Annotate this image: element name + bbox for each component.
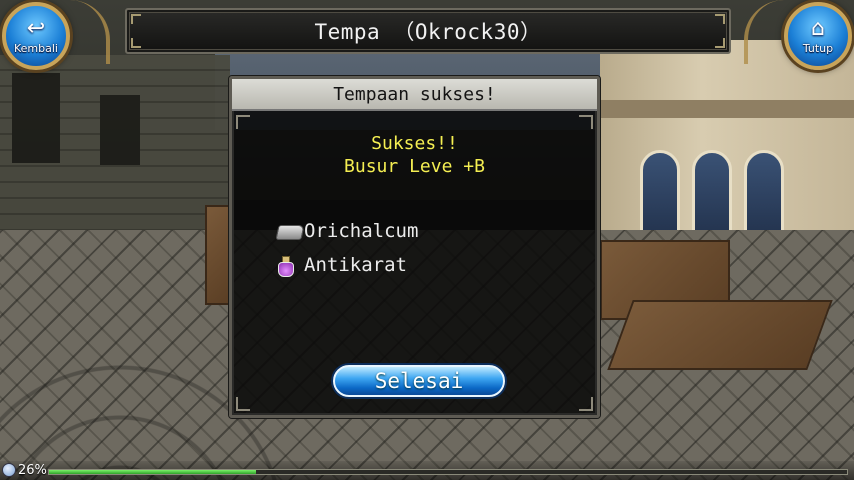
material-name: Orichalcum (304, 220, 419, 242)
dialog-title: Tempaan sukses! (333, 83, 496, 105)
stone-wall-left (0, 55, 230, 245)
title-bar: Tempa （Okrock30） (125, 8, 731, 54)
dialog-header: Tempaan sukses! (232, 79, 597, 111)
home-icon: ⌂ (811, 15, 825, 41)
ore-ingot-icon (276, 220, 304, 242)
exp-progress-fill (49, 470, 257, 474)
result-item: Busur Leve +B (344, 156, 485, 177)
result-status: Sukses!! (371, 133, 458, 154)
exp-orb-icon (2, 463, 16, 477)
window-title: Tempa （Okrock30） (314, 20, 542, 44)
back-button[interactable]: ↩ Kembali (2, 2, 70, 70)
done-button-label: Selesai (374, 369, 464, 393)
potion-icon (274, 254, 302, 277)
back-button-label: Kembali (14, 41, 58, 55)
close-button-label: Tutup (802, 41, 834, 55)
material-item: Orichalcum (274, 219, 418, 243)
crate (607, 300, 833, 370)
back-arrow-icon: ↩ (26, 15, 46, 41)
material-item: Antikarat (274, 253, 407, 277)
material-name: Antikarat (304, 254, 407, 276)
close-button[interactable]: ⌂ Tutup (784, 2, 852, 70)
done-button[interactable]: Selesai (333, 365, 505, 397)
exp-progress-track (48, 469, 848, 475)
forge-result-dialog: Tempaan sukses! Sukses!! Busur Leve +B O… (229, 76, 600, 418)
exp-percent-text: 26% (18, 463, 47, 478)
